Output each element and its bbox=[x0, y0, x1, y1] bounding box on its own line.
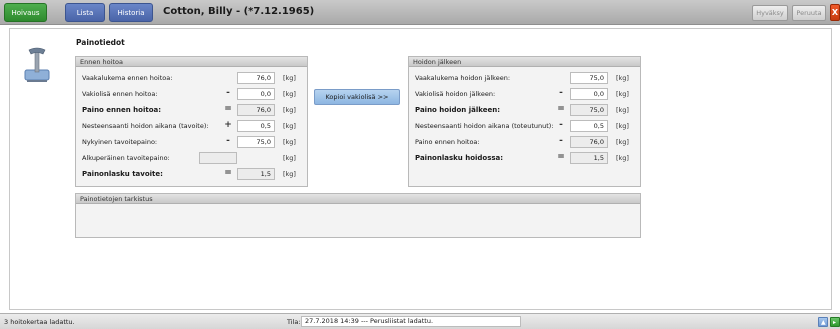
weight-check-panel: Painotietojen tarkistus bbox=[75, 193, 641, 238]
before-row-weight: Paino ennen hoitoa: = 76,0 [kg] bbox=[76, 103, 307, 117]
row-label: Paino hoidon jälkeen: bbox=[415, 106, 500, 114]
original-target-value bbox=[199, 152, 237, 164]
before-row-scale-reading: Vaakalukema ennen hoitoa: 76,0 [kg] bbox=[76, 71, 307, 85]
row-label: Painonlasku tavoite: bbox=[82, 170, 163, 178]
row-label: Nesteensaanti hoidon aikana (tavoite): bbox=[82, 122, 209, 130]
row-label: Vakiolisä ennen hoitoa: bbox=[82, 90, 158, 98]
status-label: Tila: bbox=[287, 318, 301, 326]
accept-button[interactable]: Hyväksy bbox=[752, 5, 788, 21]
weight-loss-value: 1,5 bbox=[570, 152, 608, 164]
close-button[interactable]: X bbox=[830, 4, 840, 21]
patient-title: Cotton, Billy - (*7.12.1965) bbox=[163, 6, 315, 17]
row-label: Nykyinen tavoitepaino: bbox=[82, 138, 158, 146]
row-label: Vaakalukema ennen hoitoa: bbox=[82, 74, 173, 82]
current-target-input[interactable]: 75,0 bbox=[237, 136, 275, 148]
fluid-target-input[interactable]: 0,5 bbox=[237, 120, 275, 132]
before-row-loss-target: Painonlasku tavoite: = 1,5 [kg] bbox=[76, 167, 307, 181]
row-unit: [kg] bbox=[616, 106, 629, 114]
row-label: Paino ennen hoitoa: bbox=[82, 106, 162, 114]
after-row-scale-reading: Vaakalukema hoidon jälkeen: 75,0 [kg] bbox=[409, 71, 640, 85]
row-unit: [kg] bbox=[283, 170, 296, 178]
after-weight-value: 75,0 bbox=[570, 104, 608, 116]
row-operator: - bbox=[226, 136, 230, 146]
row-unit: [kg] bbox=[616, 74, 629, 82]
row-label: Paino ennen hoitoa: bbox=[415, 138, 480, 146]
row-unit: [kg] bbox=[283, 106, 296, 114]
after-row-weight: Paino hoidon jälkeen: = 75,0 [kg] bbox=[409, 103, 640, 117]
after-treatment-panel: Hoidon jälkeen Vaakalukema hoidon jälkee… bbox=[408, 56, 641, 187]
row-label: Nesteensaanti hoidon aikana (toteutunut)… bbox=[415, 122, 554, 130]
after-scale-input[interactable]: 75,0 bbox=[570, 72, 608, 84]
row-unit: [kg] bbox=[616, 122, 629, 130]
page-title: Painotiedot bbox=[76, 38, 125, 47]
after-row-extra: Vakiolisä hoidon jälkeen: - 0,0 [kg] bbox=[409, 87, 640, 101]
row-operator: = bbox=[224, 104, 232, 114]
row-operator: - bbox=[559, 136, 563, 146]
window-icon[interactable]: ▲ bbox=[818, 317, 828, 327]
row-unit: [kg] bbox=[616, 138, 629, 146]
check-panel-header: Painotietojen tarkistus bbox=[76, 194, 640, 204]
copy-extra-button[interactable]: Kopioi vakiolisä >> bbox=[314, 89, 400, 105]
before-weight-value: 76,0 bbox=[237, 104, 275, 116]
row-operator: = bbox=[557, 104, 565, 114]
loss-target-value: 1,5 bbox=[237, 168, 275, 180]
row-unit: [kg] bbox=[283, 154, 296, 162]
connection-icon[interactable]: ▸ bbox=[830, 317, 840, 327]
row-unit: [kg] bbox=[616, 90, 629, 98]
after-row-loss: Painonlasku hoidossa: = 1,5 [kg] bbox=[409, 151, 640, 165]
row-unit: [kg] bbox=[616, 154, 629, 162]
tab-hoivaus[interactable]: Hoivaus bbox=[4, 3, 47, 22]
before-row-fluid-target: Nesteensaanti hoidon aikana (tavoite): +… bbox=[76, 119, 307, 133]
cancel-button[interactable]: Peruuta bbox=[792, 5, 826, 21]
row-label: Vaakalukema hoidon jälkeen: bbox=[415, 74, 511, 82]
status-message: 3 hoitokertaa ladattu. bbox=[4, 318, 75, 326]
status-bar: 3 hoitokertaa ladattu. Tila: 27.7.2018 1… bbox=[0, 313, 840, 329]
fluid-actual-input[interactable]: 0,5 bbox=[570, 120, 608, 132]
row-operator: - bbox=[226, 88, 230, 98]
before-scale-input[interactable]: 76,0 bbox=[237, 72, 275, 84]
status-value: 27.7.2018 14:39 --- Perusliistat ladattu… bbox=[301, 316, 521, 327]
before-extra-input[interactable]: 0,0 bbox=[237, 88, 275, 100]
row-unit: [kg] bbox=[283, 122, 296, 130]
row-operator: = bbox=[224, 168, 232, 178]
row-operator: - bbox=[559, 88, 563, 98]
before-panel-header: Ennen hoitoa bbox=[76, 57, 307, 67]
tab-historia[interactable]: Historia bbox=[109, 3, 153, 22]
before-treatment-panel: Ennen hoitoa Vaakalukema ennen hoitoa: 7… bbox=[75, 56, 308, 187]
after-row-fluid-actual: Nesteensaanti hoidon aikana (toteutunut)… bbox=[409, 119, 640, 133]
row-operator: + bbox=[224, 120, 232, 130]
before-row-original-target: Alkuperäinen tavoitepaino: [kg] bbox=[76, 151, 307, 165]
before-row-current-target: Nykyinen tavoitepaino: - 75,0 [kg] bbox=[76, 135, 307, 149]
row-label: Painonlasku hoidossa: bbox=[415, 154, 504, 162]
tab-lista[interactable]: Lista bbox=[65, 3, 105, 22]
row-unit: [kg] bbox=[283, 90, 296, 98]
row-unit: [kg] bbox=[283, 74, 296, 82]
top-toolbar: Hoivaus Lista Historia Cotton, Billy - (… bbox=[0, 0, 840, 25]
weight-before-value: 76,0 bbox=[570, 136, 608, 148]
after-panel-header: Hoidon jälkeen bbox=[409, 57, 640, 67]
before-row-extra: Vakiolisä ennen hoitoa: - 0,0 [kg] bbox=[76, 87, 307, 101]
row-unit: [kg] bbox=[283, 138, 296, 146]
row-operator: - bbox=[559, 120, 563, 130]
after-row-weight-before: Paino ennen hoitoa: - 76,0 [kg] bbox=[409, 135, 640, 149]
scale-icon bbox=[24, 47, 50, 82]
row-label: Vakiolisä hoidon jälkeen: bbox=[415, 90, 496, 98]
row-operator: = bbox=[557, 152, 565, 162]
after-extra-input[interactable]: 0,0 bbox=[570, 88, 608, 100]
row-label: Alkuperäinen tavoitepaino: bbox=[82, 154, 170, 162]
